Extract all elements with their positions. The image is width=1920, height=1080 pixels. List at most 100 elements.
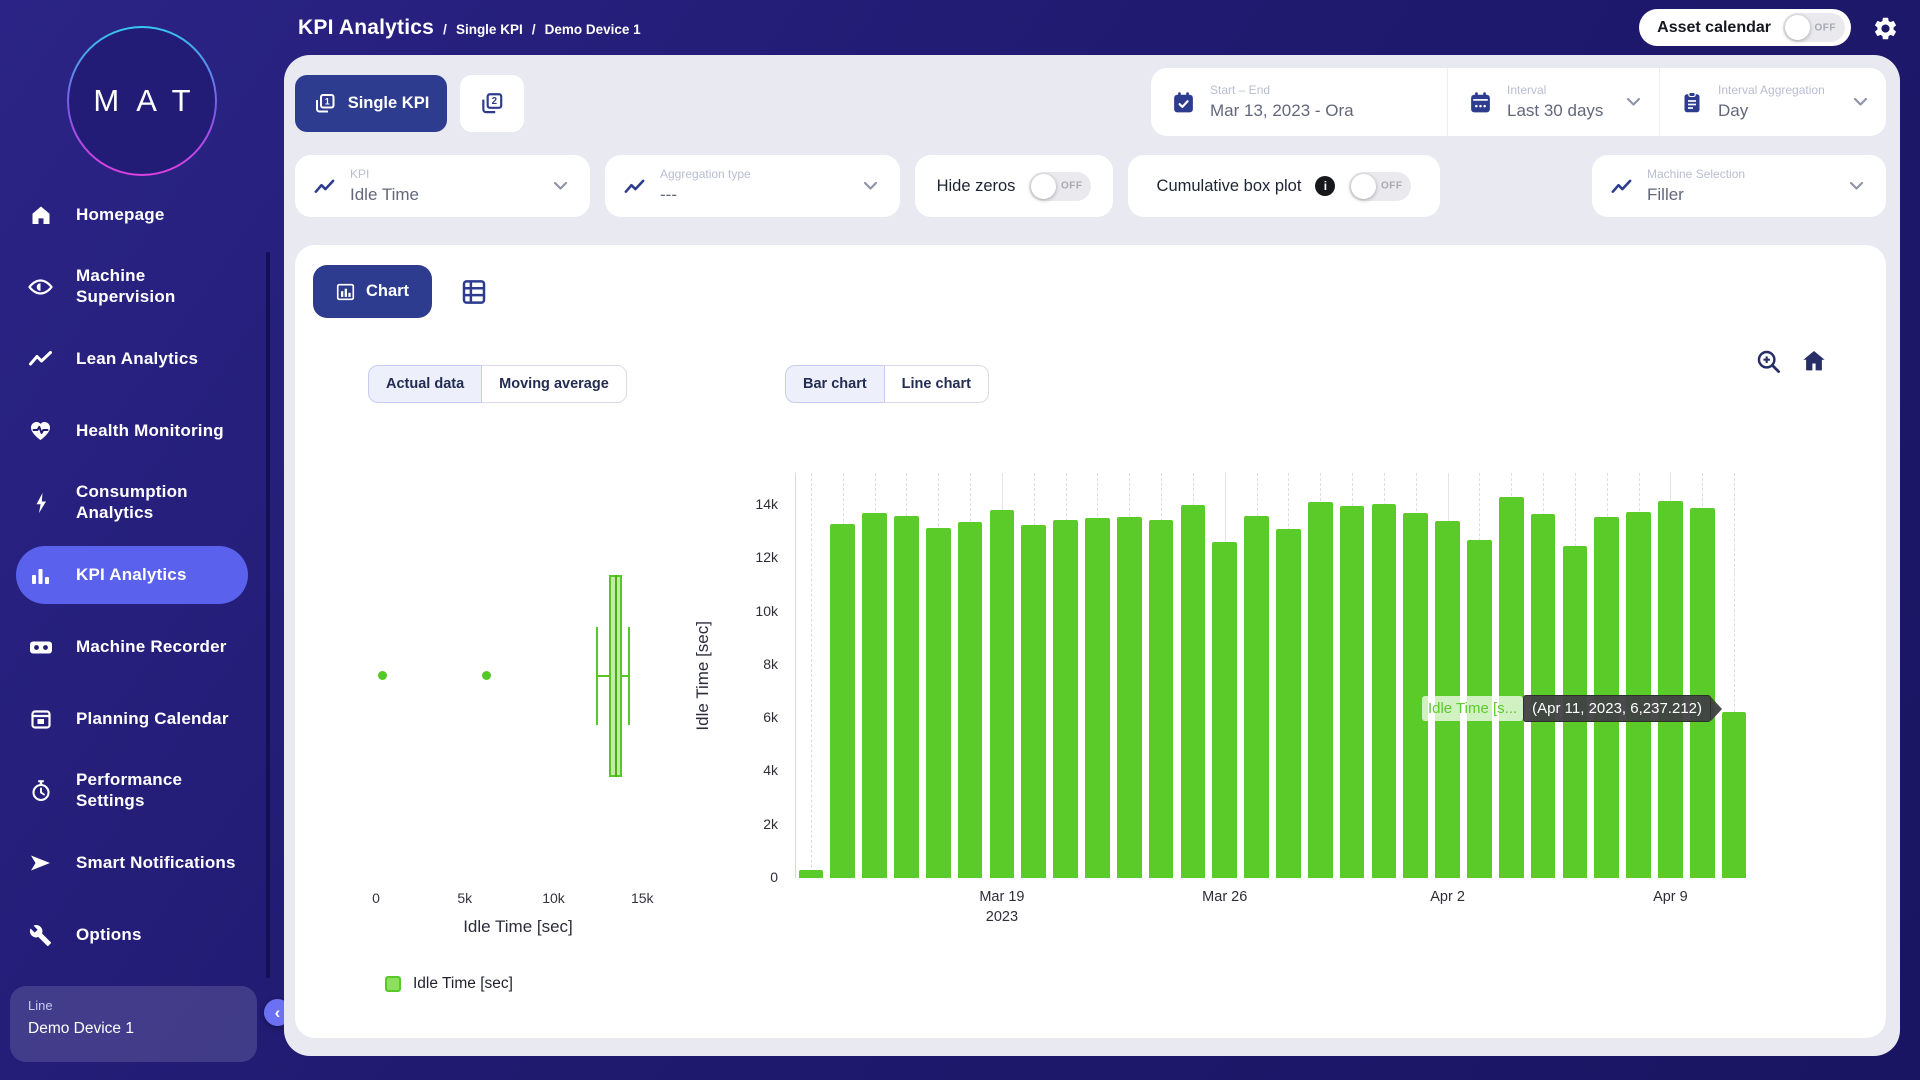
sidebar-item-label: Machine Supervision [76, 266, 236, 307]
chart-view-tab[interactable]: Chart [313, 265, 432, 318]
bar-mar-14[interactable] [830, 524, 855, 878]
bar-chart-canvas[interactable] [795, 473, 1750, 878]
sidebar-item-consumption-analytics[interactable]: Consumption Analytics [0, 467, 284, 539]
bar-mar-29[interactable] [1308, 502, 1333, 878]
actual-data-chip[interactable]: Actual data [368, 365, 482, 403]
kpi-select[interactable]: KPI Idle Time [295, 155, 590, 217]
device-card[interactable]: Line Demo Device 1 [10, 986, 257, 1062]
bar-mar-28[interactable] [1276, 529, 1301, 878]
bar-mar-17[interactable] [926, 528, 951, 878]
sidebar-item-label: Planning Calendar [76, 709, 229, 730]
sidebar-item-machine-supervision[interactable]: Machine Supervision [0, 251, 284, 323]
sidebar-item-label: Options [76, 925, 142, 946]
single-kpi-tab[interactable]: 1 Single KPI [295, 75, 447, 132]
interval-value: Last 30 days [1507, 101, 1603, 121]
bar-apr-11[interactable] [1722, 712, 1747, 878]
machine-selection-value: Filler [1647, 185, 1745, 205]
bar-apr-10[interactable] [1690, 508, 1715, 878]
chart-card: Chart Actual data Moving average Bar cha… [295, 245, 1886, 1038]
x-tick-label: 0 [372, 890, 380, 906]
machine-selection-select[interactable]: Machine Selection Filler [1592, 155, 1886, 217]
breadcrumb: KPI Analytics / Single KPI / Demo Device… [298, 16, 641, 40]
chart-zoom-icon[interactable] [1755, 348, 1783, 376]
bar-mar-27[interactable] [1244, 516, 1269, 878]
bar-mar-25[interactable] [1181, 505, 1206, 878]
hide-zeros-switch[interactable]: OFF [1029, 172, 1091, 201]
y-tick-label: 0 [716, 869, 778, 885]
bar-mar-26[interactable] [1212, 542, 1237, 878]
start-end-field[interactable]: Start – End Mar 13, 2023 - Ora [1151, 68, 1447, 136]
x-tick-label: 15k [631, 890, 654, 906]
box-plot-canvas[interactable] [376, 473, 660, 878]
interval-field[interactable]: Interval Last 30 days [1447, 68, 1659, 136]
bar-mar-20[interactable] [1021, 525, 1046, 878]
asset-calendar-switch[interactable]: OFF [1783, 13, 1845, 42]
table-view-tab[interactable] [453, 272, 495, 312]
home-icon [27, 203, 54, 227]
outlier-point[interactable] [482, 671, 491, 680]
line-chart-chip[interactable]: Line chart [884, 365, 989, 403]
bar-mar-15[interactable] [862, 513, 887, 878]
interval-label: Interval [1507, 83, 1603, 97]
bar-chart-chip[interactable]: Bar chart [785, 365, 885, 403]
bar-mar-23[interactable] [1117, 517, 1142, 878]
toggle-knob [1031, 174, 1056, 199]
sidebar-item-smart-notifications[interactable]: Smart Notifications [0, 827, 284, 899]
info-icon[interactable]: i [1315, 176, 1335, 196]
chart-tab-label: Chart [366, 282, 409, 301]
chart-legend[interactable]: Idle Time [sec] [385, 975, 513, 993]
sidebar-item-performance-settings[interactable]: Performance Settings [0, 755, 284, 827]
whisker-cap [596, 627, 598, 725]
wrench-icon [27, 924, 54, 947]
box-plot-x-axis-label: Idle Time [sec] [376, 917, 660, 937]
breadcrumb-single-kpi[interactable]: Single KPI [456, 22, 523, 37]
bar-chart-x-axis: Mar 192023Mar 26Apr 2Apr 9 [795, 888, 1750, 928]
asset-calendar-toggle-pill[interactable]: Asset calendar OFF [1639, 9, 1851, 46]
bar-mar-18[interactable] [958, 522, 983, 878]
hide-zeros-control: Hide zeros OFF [915, 155, 1113, 217]
sidebar-item-health-monitoring[interactable]: Health Monitoring [0, 395, 284, 467]
bar-mar-22[interactable] [1085, 518, 1110, 878]
bar-mar-13[interactable] [799, 870, 824, 878]
bar-apr-9[interactable] [1658, 501, 1683, 878]
breadcrumb-device[interactable]: Demo Device 1 [545, 22, 641, 37]
chevron-down-icon [1626, 97, 1641, 107]
bar-chart-icon [27, 564, 54, 586]
sidebar-item-options[interactable]: Options [0, 899, 284, 971]
tooltip-series-name: Idle Time [s... [1422, 696, 1523, 721]
sidebar-item-planning-calendar[interactable]: Planning Calendar [0, 683, 284, 755]
sidebar-item-label: Health Monitoring [76, 421, 224, 442]
brand-logo: MAT [67, 26, 217, 176]
sidebar-item-kpi-analytics[interactable]: KPI Analytics [0, 539, 284, 611]
sidebar-item-label: Smart Notifications [76, 853, 236, 874]
chart-reset-home-icon[interactable] [1799, 346, 1829, 376]
bar-mar-31[interactable] [1372, 504, 1397, 878]
x-tick-label: 5k [457, 890, 472, 906]
interval-aggregation-field[interactable]: Interval Aggregation Day [1659, 68, 1886, 136]
aggregation-type-select[interactable]: Aggregation type --- [605, 155, 900, 217]
bar-apr-4[interactable] [1499, 497, 1524, 878]
bar-mar-21[interactable] [1053, 520, 1078, 878]
sidebar-scrollbar[interactable] [266, 252, 270, 978]
bar-mar-30[interactable] [1340, 506, 1365, 878]
bar-mar-16[interactable] [894, 516, 919, 878]
moving-average-chip[interactable]: Moving average [481, 365, 627, 403]
stopwatch-icon [27, 779, 54, 803]
cumulative-box-plot-switch[interactable]: OFF [1349, 172, 1411, 201]
bar-chart-y-axis-label: Idle Time [sec] [693, 473, 713, 878]
bar-mar-24[interactable] [1149, 520, 1174, 878]
toggle-state: OFF [1381, 181, 1403, 192]
bar-chart-y-axis: 02k4k6k8k10k12k14k [716, 473, 778, 878]
svg-text:1: 1 [324, 96, 329, 106]
x-tick-label: Mar 192023 [979, 888, 1024, 927]
multi-kpi-tab[interactable]: 2 [460, 75, 524, 132]
aggregation-type-label: Aggregation type [660, 167, 751, 181]
sidebar-item-lean-analytics[interactable]: Lean Analytics [0, 323, 284, 395]
sidebar-item-homepage[interactable]: Homepage [0, 179, 284, 251]
bar-mar-19[interactable] [990, 510, 1015, 878]
kpi-label: KPI [350, 167, 419, 181]
main-panel: 1 Single KPI 2 Start – End Mar 13, 2023 … [284, 55, 1900, 1056]
settings-gear-icon[interactable] [1872, 15, 1899, 42]
sidebar-item-machine-recorder[interactable]: Machine Recorder [0, 611, 284, 683]
outlier-point[interactable] [378, 671, 387, 680]
